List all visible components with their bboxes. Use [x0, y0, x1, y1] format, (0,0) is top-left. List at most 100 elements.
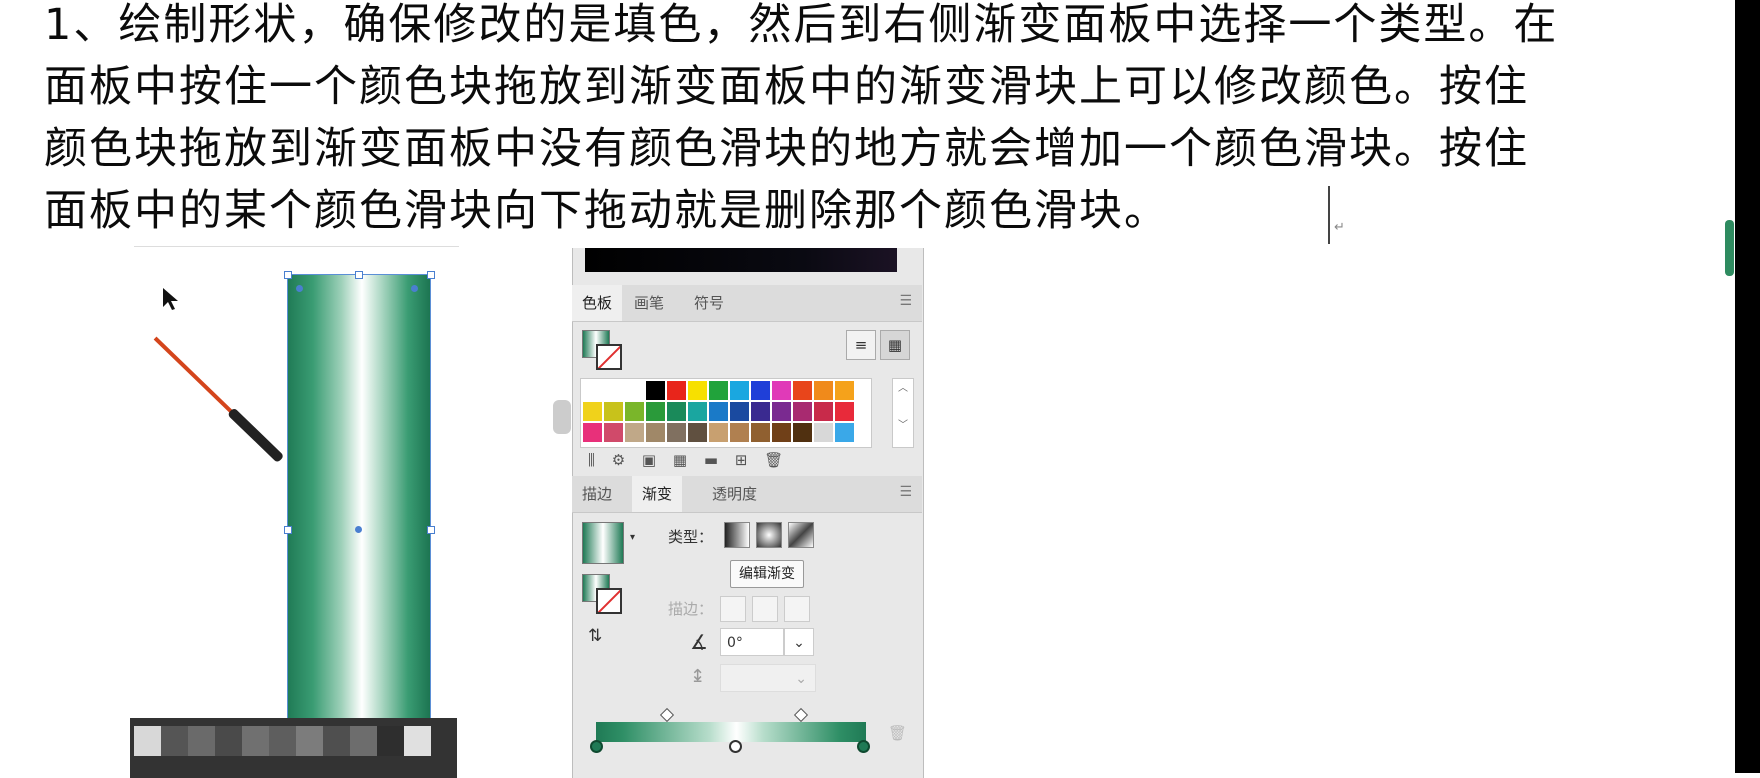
color-swatch[interactable] — [772, 423, 791, 442]
color-stop-left[interactable] — [590, 740, 603, 753]
color-swatch[interactable] — [688, 402, 707, 421]
color-swatch[interactable] — [730, 381, 749, 400]
color-swatch[interactable] — [772, 402, 791, 421]
color-swatch[interactable] — [814, 381, 833, 400]
library-icon[interactable]: ⫼ — [588, 451, 601, 469]
color-swatch[interactable] — [751, 402, 770, 421]
swatch-options-icon[interactable]: ▣ — [642, 451, 662, 469]
stroke-gradient-along-button[interactable] — [752, 596, 778, 622]
gradient-slider[interactable] — [596, 722, 866, 742]
stroke-none-swatch[interactable] — [596, 588, 622, 614]
tab-brushes[interactable]: 画笔 — [624, 285, 674, 321]
new-swatch-icon[interactable]: ⊞ — [735, 451, 754, 469]
color-swatch[interactable] — [793, 381, 812, 400]
color-swatch[interactable] — [793, 423, 812, 442]
swatch-kind-icon[interactable]: ⚙ — [612, 451, 631, 469]
selection-handle[interactable] — [427, 526, 435, 534]
panel-menu-icon[interactable]: ☰ — [899, 484, 912, 500]
color-swatch[interactable] — [583, 381, 602, 400]
aspect-ratio-dropdown[interactable]: ⌄ — [720, 664, 816, 692]
panel-menu-icon[interactable]: ☰ — [899, 293, 912, 309]
stroke-none-swatch[interactable] — [596, 344, 622, 370]
freeform-gradient-button[interactable] — [788, 522, 814, 548]
reverse-gradient-icon[interactable]: ⇅ — [588, 626, 602, 646]
color-swatch[interactable] — [583, 402, 602, 421]
color-swatch[interactable] — [688, 381, 707, 400]
selection-handle[interactable] — [355, 271, 363, 279]
color-stop-right[interactable] — [857, 740, 870, 753]
center-point — [355, 526, 362, 533]
color-swatch[interactable] — [835, 423, 854, 442]
folder-icon[interactable]: ▬ — [704, 451, 724, 469]
tab-transparency[interactable]: 透明度 — [702, 476, 767, 512]
tab-swatches[interactable]: 色板 — [572, 285, 623, 321]
color-swatch[interactable] — [667, 423, 686, 442]
grid-view-icon[interactable]: ▦ — [880, 330, 910, 360]
tool-panel — [572, 248, 924, 778]
color-swatch[interactable] — [667, 381, 686, 400]
color-swatch[interactable] — [835, 381, 854, 400]
stroke-gradient-within-button[interactable] — [720, 596, 746, 622]
tab-symbols[interactable]: 符号 — [684, 285, 734, 321]
tab-stroke[interactable]: 描边 — [572, 476, 622, 512]
color-swatch[interactable] — [646, 381, 665, 400]
angle-dropdown[interactable]: ⌄ — [784, 628, 814, 656]
type-label: 类型： — [668, 528, 714, 546]
color-swatch[interactable] — [688, 423, 707, 442]
new-group-icon[interactable]: ▦ — [673, 451, 693, 469]
angle-input[interactable]: 0° — [720, 628, 784, 656]
swatch-grid — [580, 378, 872, 448]
selection-bounding-box — [287, 274, 431, 774]
color-swatch[interactable] — [793, 402, 812, 421]
scrollbar-thumb[interactable] — [1725, 220, 1734, 276]
arrow-cursor-icon — [163, 288, 178, 310]
doc-line-3: 颜色块拖放到渐变面板中没有颜色滑块的地方就会增加一个颜色滑块。按住 — [44, 124, 1529, 174]
text-caret — [1328, 186, 1330, 244]
color-swatch[interactable] — [814, 423, 833, 442]
thumbnail-strip — [130, 718, 457, 778]
color-swatch[interactable] — [625, 423, 644, 442]
color-swatch[interactable] — [730, 423, 749, 442]
doc-line-1: 1、绘制形状，确保修改的是填色，然后到右侧渐变面板中选择一个类型。在 — [44, 0, 1559, 50]
chevron-down-icon[interactable]: ▾ — [630, 532, 635, 543]
trash-icon[interactable]: 🗑 — [764, 451, 789, 469]
color-swatch[interactable] — [583, 423, 602, 442]
color-swatch[interactable] — [730, 402, 749, 421]
color-swatch[interactable] — [667, 402, 686, 421]
angle-icon: ∡ — [690, 630, 708, 654]
edit-gradient-button[interactable]: 编辑渐变 — [730, 560, 804, 588]
color-swatch[interactable] — [604, 381, 623, 400]
list-view-icon[interactable]: ≡ — [846, 330, 876, 360]
color-swatch[interactable] — [604, 402, 623, 421]
color-swatch[interactable] — [709, 423, 728, 442]
tab-gradient[interactable]: 渐变 — [632, 476, 683, 512]
panel-collapse-grip[interactable] — [553, 400, 571, 434]
color-swatch[interactable] — [604, 423, 623, 442]
color-swatch[interactable] — [751, 423, 770, 442]
color-spectrum[interactable] — [585, 248, 897, 272]
color-swatch[interactable] — [709, 402, 728, 421]
corner-widget[interactable] — [296, 285, 303, 292]
window-edge — [1735, 0, 1760, 773]
color-swatch[interactable] — [625, 381, 644, 400]
radial-gradient-button[interactable] — [756, 522, 782, 548]
corner-widget[interactable] — [411, 285, 418, 292]
color-swatch[interactable] — [814, 402, 833, 421]
color-swatch[interactable] — [751, 381, 770, 400]
selection-handle[interactable] — [284, 526, 292, 534]
stroke-gradient-across-button[interactable] — [784, 596, 810, 622]
gradient-preview[interactable] — [582, 522, 624, 564]
delete-stop-icon[interactable]: 🗑 — [888, 724, 907, 742]
linear-gradient-button[interactable] — [724, 522, 750, 548]
swatches-tabbar: 色板 画笔 符号 ☰ — [572, 285, 922, 322]
selection-handle[interactable] — [284, 271, 292, 279]
color-swatch[interactable] — [646, 423, 665, 442]
color-swatch[interactable] — [835, 402, 854, 421]
selection-handle[interactable] — [427, 271, 435, 279]
color-swatch[interactable] — [709, 381, 728, 400]
color-stop-middle[interactable] — [729, 740, 742, 753]
color-swatch[interactable] — [646, 402, 665, 421]
color-swatch[interactable] — [625, 402, 644, 421]
color-swatch[interactable] — [772, 381, 791, 400]
swatch-scrollbar[interactable]: ︿ ﹀ — [892, 378, 914, 448]
